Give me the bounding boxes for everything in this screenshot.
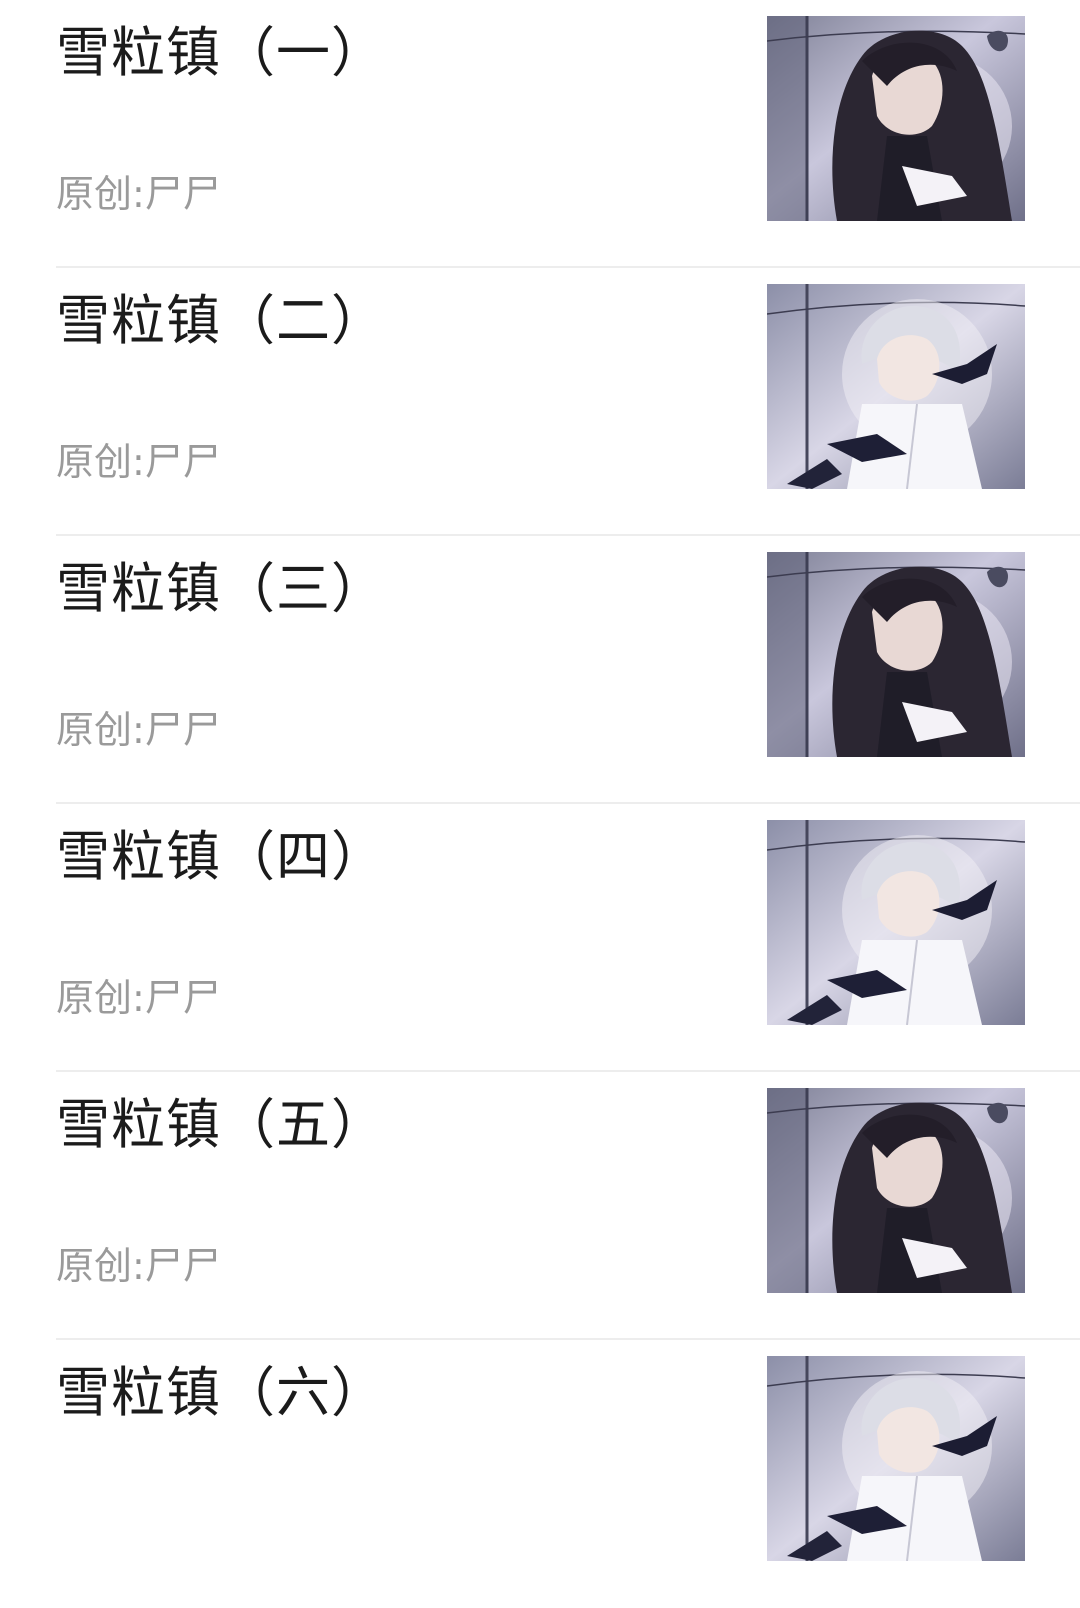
article-title[interactable]: 雪粒镇（二）	[56, 286, 386, 356]
article-author: 原创:尸尸	[56, 1244, 221, 1288]
article-item[interactable]: 雪粒镇（二） 原创:尸尸	[0, 268, 1080, 536]
article-item[interactable]: 雪粒镇（一） 原创:尸尸	[0, 0, 1080, 268]
article-thumbnail[interactable]	[767, 552, 1025, 757]
article-item[interactable]: 雪粒镇（六）	[0, 1340, 1080, 1608]
article-thumbnail[interactable]	[767, 284, 1025, 489]
article-author: 原创:尸尸	[56, 708, 221, 752]
article-author: 原创:尸尸	[56, 976, 221, 1020]
article-title[interactable]: 雪粒镇（五）	[56, 1090, 386, 1160]
article-item[interactable]: 雪粒镇（三） 原创:尸尸	[0, 536, 1080, 804]
article-title[interactable]: 雪粒镇（四）	[56, 822, 386, 892]
article-author: 原创:尸尸	[56, 172, 221, 216]
thumbnail-image	[767, 284, 1025, 489]
article-thumbnail[interactable]	[767, 1088, 1025, 1293]
article-item[interactable]: 雪粒镇（四） 原创:尸尸	[0, 804, 1080, 1072]
thumbnail-image	[767, 1356, 1025, 1561]
article-title[interactable]: 雪粒镇（一）	[56, 18, 386, 88]
article-thumbnail[interactable]	[767, 1356, 1025, 1561]
thumbnail-image	[767, 16, 1025, 221]
thumbnail-image	[767, 552, 1025, 757]
thumbnail-image	[767, 1088, 1025, 1293]
article-list: 雪粒镇（一） 原创:尸尸 雪粒镇（二） 原创:尸尸 雪粒镇（三） 原创:尸尸 雪…	[0, 0, 1080, 1608]
article-title[interactable]: 雪粒镇（六）	[56, 1358, 386, 1428]
thumbnail-image	[767, 820, 1025, 1025]
article-item[interactable]: 雪粒镇（五） 原创:尸尸	[0, 1072, 1080, 1340]
article-author: 原创:尸尸	[56, 440, 221, 484]
article-thumbnail[interactable]	[767, 16, 1025, 221]
article-title[interactable]: 雪粒镇（三）	[56, 554, 386, 624]
article-thumbnail[interactable]	[767, 820, 1025, 1025]
